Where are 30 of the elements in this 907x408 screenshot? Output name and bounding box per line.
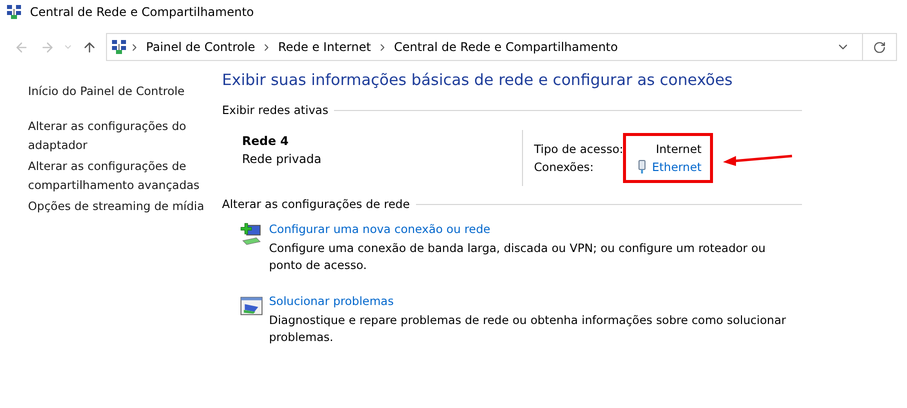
address-bar[interactable]: Painel de Controle Rede e Internet Central de Rede e Compartilhamento <box>106 33 863 61</box>
sidebar-link[interactable]: Alterar as configurações de compartilhamento avançadas <box>28 157 222 195</box>
network-icon <box>111 39 127 55</box>
connections-label: Conexões: <box>534 160 595 174</box>
task-description: Configure uma conexão de banda larga, discada ou VPN; ou configure um roteador ou ponto de acesso. <box>269 240 767 274</box>
network-category: Rede privada <box>242 152 322 166</box>
breadcrumb[interactable]: Rede e Internet <box>274 40 375 54</box>
refresh-button[interactable] <box>863 33 897 61</box>
window-title: Central de Rede e Compartilhamento <box>30 5 254 19</box>
task-link[interactable]: Configurar uma nova conexão ou rede <box>269 222 490 236</box>
access-type-value: Internet <box>656 142 702 156</box>
new-connection-icon <box>240 222 263 246</box>
ethernet-icon <box>638 160 646 174</box>
sidebar-link[interactable]: Alterar as configurações do adaptador <box>28 117 222 155</box>
troubleshoot-icon <box>240 294 263 318</box>
network-icon <box>6 4 22 20</box>
sidebar-link[interactable]: Início do Painel de Controle <box>28 82 222 101</box>
sidebar-link[interactable]: Opções de streaming de mídia <box>28 197 222 216</box>
connection-link[interactable]: Ethernet <box>638 160 702 174</box>
annotation-arrow <box>722 153 794 167</box>
network-name: Rede 4 <box>242 134 290 148</box>
task-description: Diagnostique e repare problemas de rede ou obtenha informações sobre como solucionar problemas. <box>269 312 787 346</box>
section-label: Exibir redes ativas <box>222 102 328 118</box>
task-link[interactable]: Solucionar problemas <box>269 294 394 308</box>
breadcrumb[interactable]: Painel de Controle <box>142 40 260 54</box>
refresh-icon <box>873 40 886 54</box>
forward-arrow-icon <box>40 40 54 54</box>
page-heading: Exibir suas informações básicas de rede e configurar as conexões <box>222 70 734 90</box>
breadcrumb[interactable]: Central de Rede e Compartilhamento <box>390 40 622 54</box>
section-label: Alterar as configurações de rede <box>222 196 410 212</box>
